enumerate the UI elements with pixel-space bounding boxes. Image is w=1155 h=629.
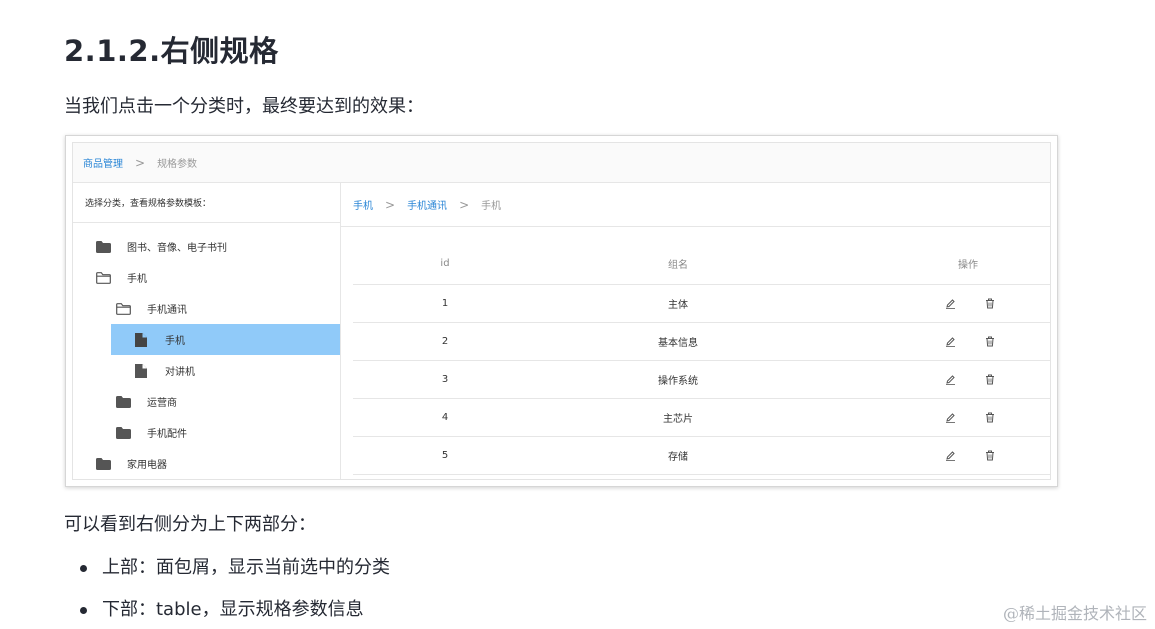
- cell-group-name: 基本信息: [658, 338, 698, 349]
- breadcrumb-current: 手机: [481, 201, 502, 212]
- file-icon: [133, 332, 149, 347]
- cell-id: 1: [441, 298, 449, 309]
- column-header-id: id: [440, 258, 450, 269]
- category-tree-panel: 选择分类，查看规格参数模板： 图书、音像、电子书刊 手机 手机通讯 手机 对讲机…: [73, 183, 341, 479]
- tree-item-accessories[interactable]: 手机配件: [115, 417, 187, 448]
- edit-icon[interactable]: [939, 437, 961, 474]
- tree-item-operator[interactable]: 运营商: [115, 386, 177, 417]
- tree-item-books[interactable]: 图书、音像、电子书刊: [95, 231, 227, 262]
- edit-icon[interactable]: [939, 285, 961, 322]
- breadcrumb-separator: >: [385, 197, 396, 212]
- tree-item-label: 手机配件: [147, 429, 187, 440]
- cell-id: 4: [441, 412, 449, 423]
- column-header-name: 组名: [668, 260, 688, 271]
- tree-item-phone-selected[interactable]: 手机: [111, 324, 340, 355]
- breadcrumb-current: 规格参数: [157, 159, 198, 170]
- tree-item-phone[interactable]: 手机: [95, 262, 147, 293]
- edit-icon[interactable]: [939, 361, 961, 398]
- table-row: 3 操作系统: [353, 361, 1050, 399]
- tree-item-appliances[interactable]: 家用电器: [95, 448, 167, 479]
- tree-item-label: 手机: [127, 274, 147, 285]
- spec-group-table: id 组名 操作 1 主体 2 基本信息 3 操作系统 4 主芯片 5 存储: [353, 243, 1050, 475]
- bullet-dot: [80, 565, 87, 572]
- bullet-item: 上部：面包屑，显示当前选中的分类: [80, 553, 390, 595]
- table-header-row: id 组名 操作: [353, 243, 1050, 285]
- cell-group-name: 存储: [668, 452, 688, 463]
- folder-filled-icon: [115, 395, 131, 409]
- tree-item-label: 手机通讯: [147, 305, 187, 316]
- cell-group-name: 主芯片: [663, 414, 693, 425]
- table-row: 5 存储: [353, 437, 1050, 475]
- delete-icon[interactable]: [979, 323, 1001, 360]
- folder-open-icon: [95, 271, 111, 285]
- tree-item-label: 图书、音像、电子书刊: [127, 243, 227, 254]
- table-row: 1 主体: [353, 285, 1050, 323]
- category-breadcrumb: 手机 > 手机通讯 > 手机: [341, 183, 1050, 227]
- tree-item-phone-comm[interactable]: 手机通讯: [115, 293, 187, 324]
- breadcrumb-separator: >: [135, 155, 146, 170]
- cell-id: 2: [441, 336, 449, 347]
- summary-paragraph: 可以看到右侧分为上下两部分：: [64, 514, 316, 535]
- table-row: 2 基本信息: [353, 323, 1050, 361]
- intro-paragraph: 当我们点击一个分类时，最终要达到的效果：: [64, 96, 424, 117]
- bullet-text: 下部：table，显示规格参数信息: [102, 599, 364, 620]
- breadcrumb-link-phone-comm[interactable]: 手机通讯: [407, 197, 447, 212]
- delete-icon[interactable]: [979, 361, 1001, 398]
- breadcrumb-separator: >: [459, 197, 470, 212]
- breadcrumb-link-phone[interactable]: 手机: [353, 197, 373, 212]
- tree-item-label: 家用电器: [127, 460, 167, 471]
- folder-filled-icon: [95, 240, 111, 254]
- cell-group-name: 主体: [668, 300, 688, 311]
- bullet-dot: [80, 607, 87, 614]
- delete-icon[interactable]: [979, 399, 1001, 436]
- bullet-list: 上部：面包屑，显示当前选中的分类 下部：table，显示规格参数信息: [80, 553, 390, 629]
- tree-item-label: 运营商: [147, 398, 177, 409]
- embedded-screenshot: 商品管理 > 规格参数 选择分类，查看规格参数模板： 图书、音像、电子书刊 手机: [65, 135, 1058, 487]
- bullet-text: 上部：面包屑，显示当前选中的分类: [102, 557, 390, 578]
- breadcrumb-link-goods[interactable]: 商品管理: [83, 155, 123, 170]
- file-icon: [133, 363, 149, 378]
- folder-filled-icon: [115, 426, 131, 440]
- cell-id: 3: [441, 374, 449, 385]
- watermark: @稀土掘金技术社区: [1002, 604, 1147, 623]
- delete-icon[interactable]: [979, 285, 1001, 322]
- cell-id: 5: [441, 450, 449, 461]
- tree-item-label: 手机: [165, 336, 185, 347]
- cell-group-name: 操作系统: [658, 376, 698, 387]
- tree-item-walkie[interactable]: 对讲机: [133, 355, 195, 386]
- table-row: 4 主芯片: [353, 399, 1050, 437]
- section-heading: 2.1.2.右侧规格: [64, 34, 279, 68]
- edit-icon[interactable]: [939, 399, 961, 436]
- folder-filled-icon: [95, 457, 111, 471]
- edit-icon[interactable]: [939, 323, 961, 360]
- delete-icon[interactable]: [979, 437, 1001, 474]
- top-breadcrumb: 商品管理 > 规格参数: [73, 143, 1050, 183]
- bullet-item: 下部：table，显示规格参数信息: [80, 595, 390, 629]
- column-header-ops: 操作: [958, 260, 978, 271]
- spec-panel: 手机 > 手机通讯 > 手机 id 组名 操作 1 主体 2 基本信息 3 操作系统 4 主芯…: [341, 183, 1050, 479]
- tree-panel-header: 选择分类，查看规格参数模板：: [73, 183, 340, 223]
- folder-open-icon: [115, 302, 131, 316]
- tree-item-label: 对讲机: [165, 367, 195, 378]
